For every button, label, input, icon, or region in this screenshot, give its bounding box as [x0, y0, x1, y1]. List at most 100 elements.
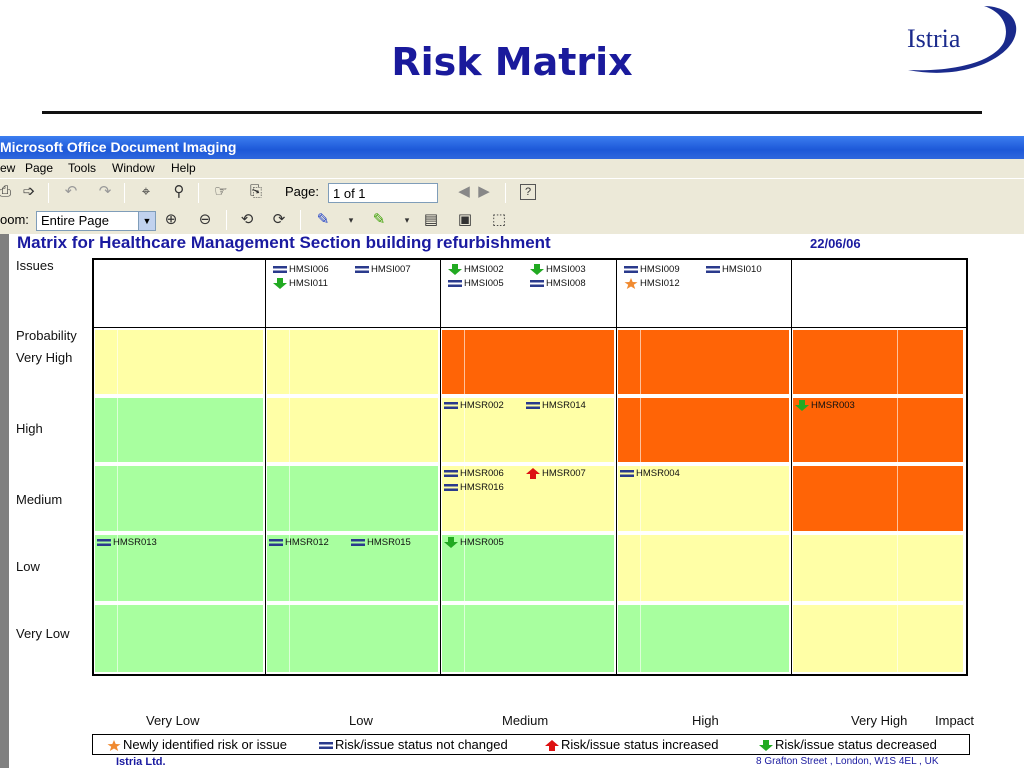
zoom-value: Entire Page [41, 213, 109, 228]
toolbar-separator [300, 210, 301, 230]
star-icon [624, 278, 638, 289]
matrix-cell-very-high-3 [442, 330, 614, 394]
previous-page-icon[interactable]: ◀ [453, 181, 475, 203]
equals-icon [444, 400, 458, 411]
matrix-cell-very-high-5 [793, 330, 963, 394]
undo-icon[interactable]: ↶ [60, 181, 82, 203]
matrix-cell-medium-5 [793, 466, 963, 531]
risk-item: HMSI005 [448, 278, 504, 290]
window-titlebar[interactable]: Microsoft Office Document Imaging [0, 136, 1024, 159]
find-icon[interactable]: ⚲ [168, 181, 190, 203]
pen-icon[interactable]: ✎ [312, 209, 334, 231]
risk-item-id: HMSR006 [460, 468, 504, 480]
column-divider [791, 260, 792, 674]
zoom-out-icon[interactable]: ⊖ [194, 209, 216, 231]
matrix-cell-very-low-4 [618, 605, 789, 672]
risk-item-id: HMSI010 [722, 264, 762, 276]
cell-divider [464, 330, 465, 394]
equals-icon [273, 264, 287, 275]
risk-item-id: HMSI011 [289, 278, 328, 290]
cell-divider [897, 398, 898, 462]
zoom-select[interactable]: Entire Page ▼ [36, 211, 156, 231]
page-label: Page: [285, 184, 319, 199]
redo-icon[interactable]: ↷ [94, 181, 116, 203]
matrix-cell-low-2: HMSR012 HMSR015 [267, 535, 438, 601]
arrow-up-icon [545, 740, 559, 752]
matrix-cell-medium-3: HMSR006 HMSR007 HMSR016 [442, 466, 614, 531]
row-label-high: High [16, 421, 43, 436]
risk-item: HMSI008 [530, 278, 586, 290]
risk-item-id: HMSR012 [285, 537, 329, 549]
matrix-cell-low-5 [793, 535, 963, 601]
pen-dropdown-icon[interactable]: ▾ [340, 209, 362, 231]
menu-help[interactable]: Help [171, 159, 196, 178]
print-icon[interactable]: ⎙ [0, 181, 16, 203]
menu-window[interactable]: Window [112, 159, 155, 178]
send-icon[interactable]: ➩ [18, 181, 40, 203]
rotate-right-icon[interactable]: ⟳ [268, 209, 290, 231]
arrow-down-icon [444, 537, 458, 548]
matrix-cell-very-low-5 [793, 605, 963, 672]
row-label-medium: Medium [16, 492, 63, 507]
risk-item-id: HMSI009 [640, 264, 680, 276]
column-divider [616, 260, 617, 674]
menu-view[interactable]: ew [0, 159, 15, 178]
toolbar-separator [48, 183, 49, 203]
standard-toolbar: ⎙ ➩ ↶ ↷ ⌖ ⚲ ☞ ⎘ Page: ◀ ▶ ? [0, 178, 1024, 206]
toolbar-separator [226, 210, 227, 230]
cell-divider [117, 466, 118, 531]
matrix-cell-very-low-1 [95, 605, 263, 672]
picture-icon[interactable]: ▣ [454, 209, 476, 231]
equals-icon [355, 264, 369, 275]
impact-label-low: Low [349, 713, 373, 728]
impact-label-very-low: Very Low [146, 713, 200, 728]
send-to-word-icon[interactable]: ⎘ [245, 181, 267, 203]
risk-item: HMSI003 [530, 264, 586, 276]
toolbar-separator [505, 183, 506, 203]
risk-item-id: HMSR016 [460, 482, 504, 494]
cell-divider [640, 398, 641, 462]
cell-divider [897, 330, 898, 394]
matrix-cell-low-4 [618, 535, 789, 601]
risk-item-id: HMSR002 [460, 400, 504, 412]
risk-item: HMSR012 [269, 537, 329, 549]
next-page-icon[interactable]: ▶ [473, 181, 495, 203]
matrix-cell-high-3: HMSR002 HMSR014 [442, 398, 614, 462]
impact-label-high: High [692, 713, 719, 728]
reading-view-icon[interactable]: ☞ [210, 181, 232, 203]
document-title: Matrix for Healthcare Management Section… [17, 233, 551, 252]
risk-item-id: HMSR013 [113, 537, 157, 549]
risk-item-id: HMSI002 [464, 264, 504, 276]
matrix-cell-high-1 [95, 398, 263, 462]
cell-divider [640, 330, 641, 394]
cell-divider [897, 466, 898, 531]
cell-divider [117, 605, 118, 672]
impact-label-medium: Medium [502, 713, 549, 728]
cell-divider [117, 398, 118, 462]
matrix-cell-very-low-2 [267, 605, 438, 672]
select-icon[interactable]: ⌖ [135, 181, 157, 203]
cell-divider [640, 605, 641, 672]
issues-row-divider [94, 327, 966, 328]
column-divider [265, 260, 266, 674]
slide-title: Risk Matrix [391, 40, 633, 84]
select-pointer-icon[interactable]: ⬚ [488, 209, 510, 231]
arrow-down-icon [530, 264, 544, 275]
highlighter-dropdown-icon[interactable]: ▾ [396, 209, 418, 231]
risk-item: HMSI009 [624, 264, 680, 276]
chevron-down-icon[interactable]: ▼ [138, 212, 155, 230]
risk-item-id: HMSR007 [542, 468, 586, 480]
risk-item-id: HMSR003 [811, 400, 855, 412]
menu-page[interactable]: Page [25, 159, 53, 178]
matrix-cell-high-2 [267, 398, 438, 462]
cell-divider [289, 330, 290, 394]
text-box-icon[interactable]: ▤ [420, 209, 442, 231]
highlighter-icon[interactable]: ✎ [368, 209, 390, 231]
zoom-in-icon[interactable]: ⊕ [160, 209, 182, 231]
rotate-left-icon[interactable]: ⟲ [236, 209, 258, 231]
legend-increased: Risk/issue status increased [545, 735, 719, 754]
menu-tools[interactable]: Tools [68, 159, 96, 178]
page-number-input[interactable] [328, 183, 438, 203]
title-rule [42, 111, 982, 114]
help-icon[interactable]: ? [520, 184, 536, 200]
